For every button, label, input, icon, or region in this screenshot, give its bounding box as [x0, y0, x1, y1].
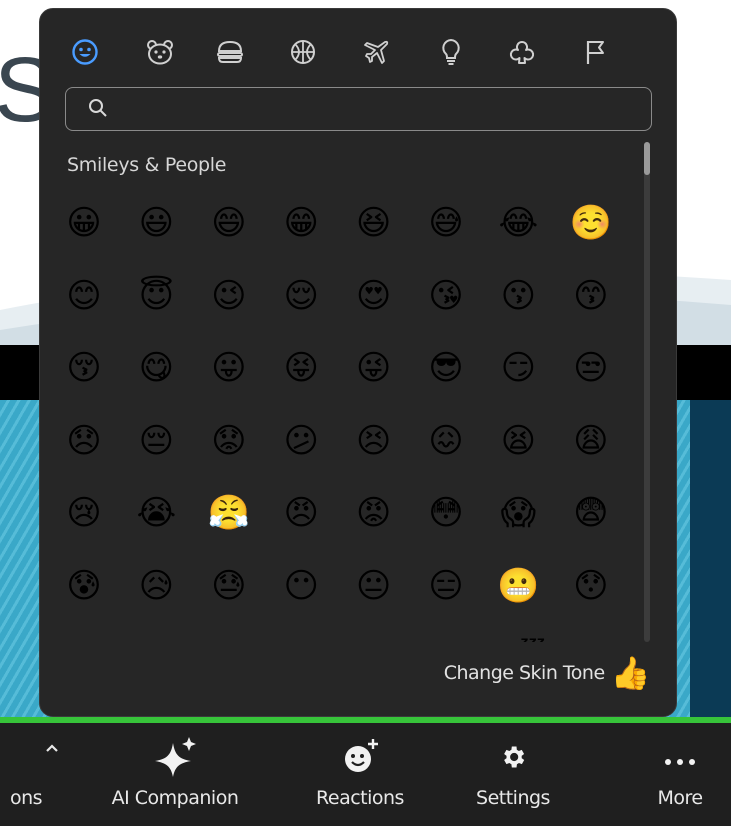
flag-icon	[586, 41, 604, 64]
emoji-item[interactable]: 😭	[134, 491, 178, 535]
emoji-item[interactable]: 😂	[496, 201, 540, 245]
emoji-item[interactable]: 😒	[569, 346, 613, 390]
gear-icon	[499, 743, 527, 777]
emoji-item[interactable]: 😕	[279, 419, 323, 463]
emoji-item[interactable]: ☺️	[569, 201, 613, 245]
toolbar-label: More	[657, 787, 703, 809]
emoji-item[interactable]: 😷	[569, 637, 613, 643]
emoji-item[interactable]: 😑	[424, 564, 468, 608]
emoji-item[interactable]: 😎	[424, 346, 468, 390]
emoji-item[interactable]: 😁	[279, 201, 323, 245]
settings-button[interactable]: Settings	[458, 723, 568, 826]
emoji-item[interactable]: 😚	[62, 346, 106, 390]
ai-companion-button[interactable]: AI Companion	[95, 723, 255, 826]
emoji-item[interactable]: 😜	[352, 346, 396, 390]
emoji-item[interactable]: 😇	[134, 274, 178, 318]
emoji-item[interactable]: 😗	[496, 274, 540, 318]
emoji-item[interactable]: 😛	[207, 346, 251, 390]
emoji-item[interactable]: 😌	[279, 274, 323, 318]
chevron-up-icon[interactable]	[44, 737, 60, 760]
animal-icon	[147, 40, 173, 65]
emoji-item[interactable]: 😍	[352, 274, 396, 318]
reactions-button[interactable]: Reactions	[295, 723, 425, 826]
change-skin-tone-label: Change Skin Tone	[443, 662, 605, 684]
emoji-item[interactable]: 😤	[207, 491, 251, 535]
emoji-item[interactable]: 😥	[134, 564, 178, 608]
emoji-item[interactable]: 😬	[496, 564, 540, 608]
emoji-item[interactable]: 😄	[207, 201, 251, 245]
emoji-item[interactable]: 😓	[207, 564, 251, 608]
emoji-item[interactable]: 😟	[207, 419, 251, 463]
category-travel-tab[interactable]	[360, 35, 394, 69]
emoji-item[interactable]: 😣	[352, 419, 396, 463]
scrollbar-thumb[interactable]	[644, 142, 650, 175]
emoji-item[interactable]: 😰	[62, 564, 106, 608]
skin-tone-emoji: 👍	[610, 654, 651, 692]
emoji-item[interactable]: 😐	[352, 564, 396, 608]
activity-icon	[291, 40, 315, 64]
emoji-item[interactable]: 😞	[62, 419, 106, 463]
emoji-item[interactable]: 😖	[424, 419, 468, 463]
change-skin-tone-button[interactable]: Change Skin Tone 👍	[443, 654, 651, 692]
emoji-grid: 😀 😃 😄 😁 😆 😅 😂 ☺️ 😊 😇 😉 😌 😍 😘 😗 😙 😚 😋 😛 😝 😜 😎 😏 😒 😞 😔 😟 😕 😣 😖 😫 😩 😢 😭 😤 😠 😡 😳 😱…	[40, 197, 640, 642]
emoji-item[interactable]: 😫	[496, 419, 540, 463]
emoji-item[interactable]: 😩	[569, 419, 613, 463]
search-icon	[89, 99, 107, 117]
emoji-item[interactable]: 😙	[569, 274, 613, 318]
emoji-item[interactable]: 😅	[424, 201, 468, 245]
category-animals-tab[interactable]	[143, 35, 177, 69]
emoji-item[interactable]: 😀	[62, 201, 106, 245]
toolbar-label: Settings	[476, 787, 550, 809]
emoji-item[interactable]: 😡	[352, 491, 396, 535]
emoji-item[interactable]: 😘	[424, 274, 468, 318]
smiley-icon	[72, 39, 98, 65]
emoji-item[interactable]: 😠	[279, 491, 323, 535]
symbols-icon	[509, 41, 535, 64]
emoji-item[interactable]: 😢	[62, 491, 106, 535]
more-button[interactable]: More	[640, 723, 720, 826]
emoji-item[interactable]: 😝	[279, 346, 323, 390]
emoji-item[interactable]: 😪	[424, 637, 468, 643]
emoji-item[interactable]: 😋	[134, 346, 178, 390]
emoji-item[interactable]: 😃	[134, 201, 178, 245]
emoji-item[interactable]: 😶	[279, 564, 323, 608]
emoji-item[interactable]: 😯	[569, 564, 613, 608]
category-flags-tab[interactable]	[579, 35, 613, 69]
emoji-item[interactable]: 😲	[279, 637, 323, 643]
ai-sparkle-icon	[153, 737, 197, 783]
emoji-item[interactable]: 😔	[134, 419, 178, 463]
emoji-search[interactable]	[65, 87, 652, 131]
emoji-item[interactable]: 😏	[496, 346, 540, 390]
emoji-item[interactable]: 😳	[424, 491, 468, 535]
emoji-item[interactable]: 😧	[134, 637, 178, 643]
toolbar-label: AI Companion	[111, 787, 239, 809]
toolbar-label: ons	[10, 787, 43, 809]
scrollbar-track[interactable]	[644, 142, 650, 642]
emoji-item[interactable]: 😨	[569, 491, 613, 535]
emoji-item[interactable]: 😮	[207, 637, 251, 643]
category-objects-tab[interactable]	[434, 35, 468, 69]
category-symbols-tab[interactable]	[505, 35, 539, 69]
emoji-picker: Smileys & People 😀 😃 😄 😁 😆 😅 😂 ☺️ 😊 😇 😉 😌 😍 😘 😗 😙 😚 😋 😛 😝 😜 😎…	[39, 8, 677, 717]
travel-icon	[364, 40, 389, 64]
emoji-item[interactable]: 😆	[352, 201, 396, 245]
more-icon	[662, 749, 698, 772]
category-food-tab[interactable]	[213, 35, 247, 69]
emoji-item[interactable]: 😵	[352, 637, 396, 643]
meeting-toolbar: ons AI Companion Reactions Settings More	[0, 723, 731, 826]
objects-icon	[442, 38, 460, 65]
emoji-item[interactable]: 😱	[496, 491, 540, 535]
toolbar-label: Reactions	[316, 787, 404, 809]
section-title: Smileys & People	[67, 154, 227, 176]
category-activity-tab[interactable]	[286, 35, 320, 69]
emoji-search-input[interactable]	[114, 94, 638, 124]
emoji-item[interactable]: 😊	[62, 274, 106, 318]
toolbar-item-partial[interactable]: ons	[0, 723, 80, 826]
reactions-icon	[340, 737, 380, 783]
category-smileys-tab[interactable]	[68, 35, 102, 69]
emoji-item[interactable]: 😉	[207, 274, 251, 318]
emoji-item[interactable]: 😴	[491, 637, 546, 643]
emoji-item[interactable]: 😦	[62, 637, 106, 643]
food-icon	[217, 40, 243, 63]
